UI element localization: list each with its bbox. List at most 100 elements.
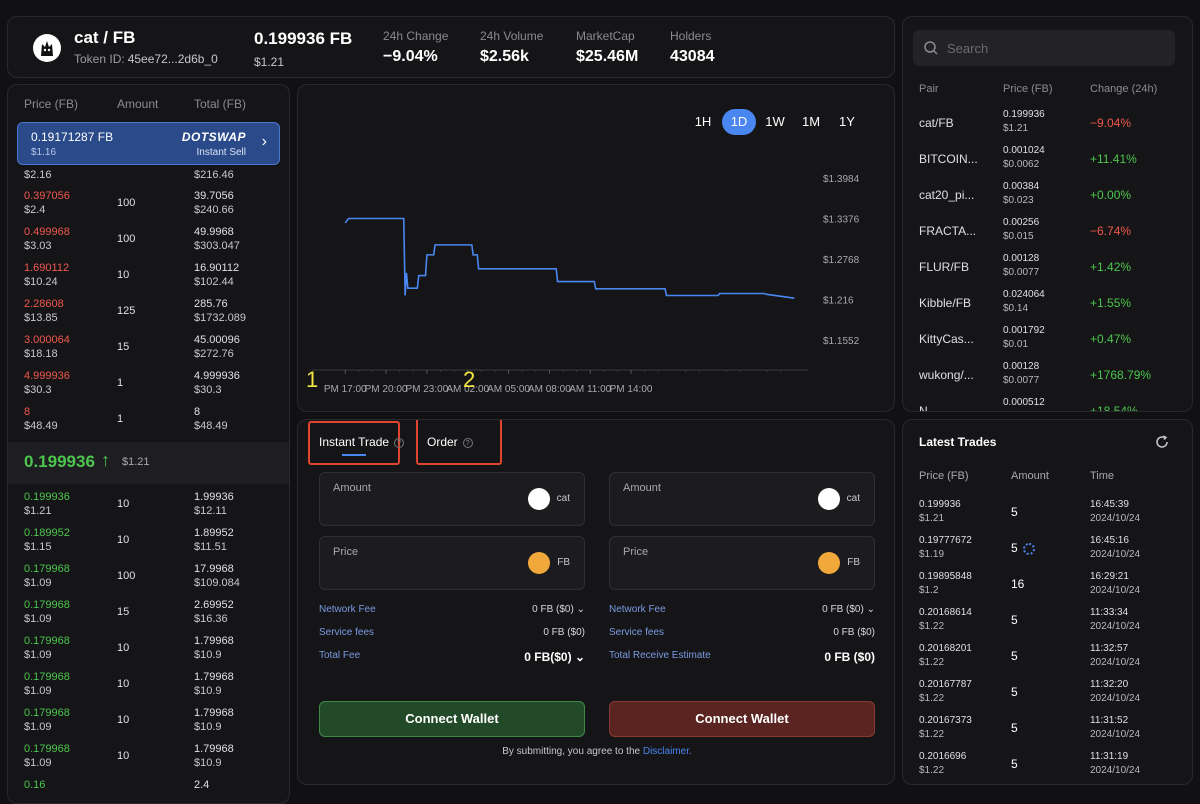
trade-time: 11:32:57 [1090, 643, 1129, 654]
bid-row[interactable]: 0.179968 $1.09 10 1.79968 $10.9 [8, 743, 289, 779]
disclaimer-link[interactable]: Disclaimer. [643, 746, 692, 757]
x-tick-label: PM 23:00 [405, 384, 448, 395]
trade-row: 0.19895848 $1.2 16 16:29:21 2024/10/24 [903, 571, 1192, 607]
ask-row[interactable]: 0.499968 $3.03 100 49.9968 $303.047 [8, 226, 289, 262]
stat-24h-change: 24h Change −9.04% [383, 29, 448, 66]
bid-total: 1.79968 [194, 635, 234, 647]
ask-row[interactable]: 3.000064 $18.18 15 45.00096 $272.76 [8, 334, 289, 370]
y-tick-label: $1.3984 [823, 174, 860, 185]
cat-token-icon [528, 488, 550, 510]
chart-plot[interactable]: $1.3984 $1.3376 $1.2768 $1.216 $1.1552 PM 17:… [298, 85, 895, 412]
ask-price-usd: $3.03 [24, 240, 52, 252]
ask-amount: 15 [117, 341, 130, 353]
fee-label: Total Receive Estimate [609, 650, 711, 661]
trade-time: 11:31:19 [1090, 751, 1129, 762]
ask-row[interactable]: 1.690112 $10.24 10 16.90112 $102.44 [8, 262, 289, 298]
sell-amount-field[interactable]: Amount cat [609, 472, 875, 526]
ask-row[interactable]: 0.397056 $2.4 100 39.7056 $240.66 [8, 190, 289, 226]
stat-24h-volume: 24h Volume $2.56k [480, 29, 543, 66]
ask-total: 16.90112 [194, 262, 240, 274]
trade-date: 2024/10/24 [1090, 729, 1141, 740]
buy-price-field[interactable]: Price FB [319, 536, 585, 590]
sell-price-field[interactable]: Price FB [609, 536, 875, 590]
ask-amount: 100 [117, 233, 136, 245]
pair-change: +1768.79% [1090, 368, 1152, 382]
lt-header-price: Price (FB) [919, 470, 969, 482]
pair-change: +0.00% [1090, 188, 1132, 202]
tab-instant-trade[interactable]: Instant Trade? [319, 435, 405, 449]
refresh-icon[interactable] [1155, 435, 1169, 449]
bid-row[interactable]: 0.179968 $1.09 10 1.79968 $10.9 [8, 707, 289, 743]
token-id: Token ID: 45ee72...2d6b_0 [74, 52, 218, 66]
pair-row[interactable]: wukong/... 0.00128 $0.0077 +1768.79% [903, 358, 1192, 394]
bid-price: 0.179968 [24, 563, 70, 575]
bid-row[interactable]: 0.179968 $1.09 100 17.9968 $109.084 [8, 563, 289, 599]
ask-row[interactable]: 8 $48.49 1 8 $48.49 [8, 406, 289, 442]
ask-total: 8 [194, 406, 201, 418]
trade-time: 16:29:21 [1090, 571, 1129, 582]
ask-row[interactable]: 2.28608 $13.85 125 285.76 $1732.089 [8, 298, 289, 334]
pair-row[interactable]: BITCOIN... 0.001024 $0.0062 +11.41% [903, 142, 1192, 178]
ask-price: 4.999936 [24, 370, 70, 382]
pair-row[interactable]: Kibble/FB 0.024064 $0.14 +1.55% [903, 286, 1192, 322]
stat-label: MarketCap [576, 29, 635, 43]
price-value: 0.199936 FB [254, 29, 353, 48]
token-id-value[interactable]: 45ee72...2d6b_0 [128, 52, 218, 66]
ask-total: 285.76 [194, 298, 228, 310]
pair-row[interactable]: cat/FB 0.199936 $1.21 −9.04% [903, 106, 1192, 142]
pair-change: +0.47% [1090, 332, 1132, 346]
ask-price-usd: $30.3 [24, 384, 52, 396]
sell-network-fee[interactable]: Network Fee 0 FB ($0) ⌄ [609, 604, 875, 618]
sell-connect-wallet-button[interactable]: Connect Wallet [609, 701, 875, 737]
buy-amount-field[interactable]: Amount cat [319, 472, 585, 526]
help-icon[interactable]: ? [394, 437, 405, 448]
bid-total: 2.69952 [194, 599, 234, 611]
bid-row[interactable]: 0.179968 $1.09 15 2.69952 $16.36 [8, 599, 289, 635]
bid-row[interactable]: 0.189952 $1.15 10 1.89952 $11.51 [8, 527, 289, 563]
y-tick-label: $1.1552 [823, 336, 860, 347]
bid-price-usd: $1.09 [24, 757, 52, 769]
buy-total-fee[interactable]: Total Fee 0 FB($0) ⌄ [319, 650, 585, 664]
annotation-1: 1 [306, 367, 319, 392]
pair-row[interactable]: N... 0.000512 +18.54% [903, 394, 1192, 412]
x-tick-label: PM 14:00 [610, 384, 653, 395]
bid-price: 0.16 [24, 779, 46, 791]
pair-name: FRACTA... [919, 224, 977, 238]
trade-amount: 5 [1011, 505, 1018, 519]
trade-time: 11:33:34 [1090, 607, 1129, 618]
chevron-right-icon: › [261, 133, 267, 150]
trade-row: 0.20167373 $1.22 5 11:31:52 2024/10/24 [903, 715, 1192, 751]
ob-header-amount: Amount [117, 97, 159, 111]
dotswap-instant-sell-button[interactable]: 0.19171287 FB $1.16 DOTSWAP Instant Sell… [17, 122, 280, 165]
ask-row[interactable]: 4.999936 $30.3 1 4.999936 $30.3 [8, 370, 289, 406]
bid-row[interactable]: 0.179968 $1.09 10 1.79968 $10.9 [8, 635, 289, 671]
bid-row[interactable]: 0.179968 $1.09 10 1.79968 $10.9 [8, 671, 289, 707]
bid-total: 2.4 [194, 779, 210, 791]
ask-amount: 1 [117, 413, 124, 425]
search-input[interactable]: Search [913, 30, 1175, 66]
pair-row[interactable]: FLUR/FB 0.00128 $0.0077 +1.42% [903, 250, 1192, 286]
pair-row[interactable]: FRACTA... 0.00256 $0.015 −6.74% [903, 214, 1192, 250]
trade-date: 2024/10/24 [1090, 765, 1141, 776]
trade-panel: Instant Trade? Order? Amount cat Price F… [297, 419, 895, 785]
pair-row[interactable]: KittyCas... 0.001792 $0.01 +0.47% [903, 322, 1192, 358]
trade-amount: 16 [1011, 577, 1025, 591]
buy-network-fee[interactable]: Network Fee 0 FB ($0) ⌄ [319, 604, 585, 618]
tab-label: Instant Trade [319, 435, 390, 449]
bid-row[interactable]: 0.199936 $1.21 10 1.99936 $12.11 [8, 491, 289, 527]
bid-total-usd: $10.9 [194, 721, 222, 733]
trade-row: 0.2016696 $1.22 5 11:31:19 2024/10/24 [903, 751, 1192, 784]
buy-connect-wallet-button[interactable]: Connect Wallet [319, 701, 585, 737]
pair-row[interactable]: cat20_pi... 0.00384 $0.023 +0.00% [903, 178, 1192, 214]
ask-total-usd: $272.76 [194, 348, 234, 360]
tab-order[interactable]: Order? [427, 435, 473, 449]
ask-total-usd: $303.047 [194, 240, 240, 252]
bid-price: 0.179968 [24, 635, 70, 647]
pair-name: N... [919, 404, 938, 412]
bid-row[interactable]: 0.16 2.4 [8, 779, 289, 803]
help-icon[interactable]: ? [462, 437, 473, 448]
ask-row[interactable]: $2.16 $216.46 [8, 163, 289, 183]
ask-price-usd: $2.4 [24, 204, 46, 216]
fee-value: 0 FB ($0) [824, 650, 875, 664]
trade-date: 2024/10/24 [1090, 513, 1141, 524]
